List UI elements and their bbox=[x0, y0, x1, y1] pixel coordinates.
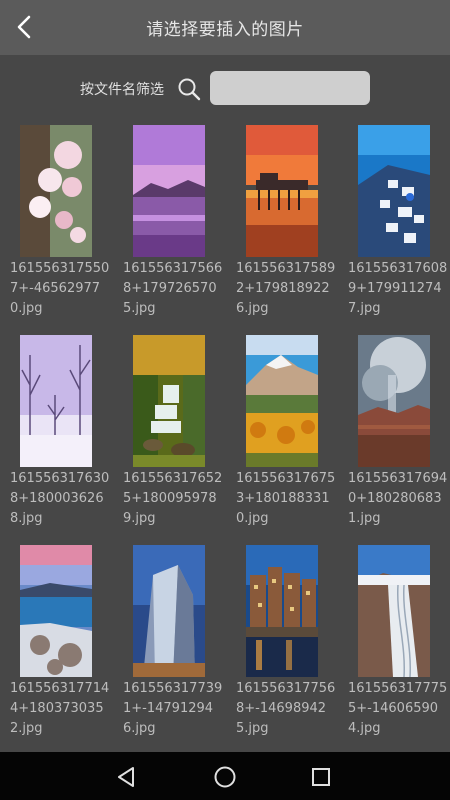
image-thumbnail[interactable] bbox=[20, 125, 92, 257]
image-thumbnail[interactable] bbox=[133, 335, 205, 467]
page-title: 请选择要插入的图片 bbox=[146, 20, 304, 40]
image-thumbnail[interactable] bbox=[246, 125, 318, 257]
image-filename: 1615563175892+1798189226.jpg bbox=[236, 261, 336, 316]
image-filename: 1615563176089+1799112747.jpg bbox=[348, 261, 448, 316]
image-filename: 1615563176525+1800959789.jpg bbox=[123, 471, 223, 526]
filter-label: 按文件名筛选 bbox=[80, 82, 164, 98]
image-filename: 1615563177568+-146989425.jpg bbox=[236, 681, 336, 736]
image-filename: 1615563175507+-465629770.jpg bbox=[10, 261, 110, 316]
circle-home-icon[interactable] bbox=[212, 764, 238, 790]
system-nav-bar bbox=[0, 752, 450, 800]
image-thumbnail[interactable] bbox=[20, 335, 92, 467]
image-filename: 1615563177144+1803730352.jpg bbox=[10, 681, 110, 736]
image-thumbnail[interactable] bbox=[133, 125, 205, 257]
filename-filter-input[interactable] bbox=[210, 71, 370, 105]
image-filename: 1615563176940+1802806831.jpg bbox=[348, 471, 448, 526]
image-filename: 1615563177755+-146065904.jpg bbox=[348, 681, 448, 736]
image-filename: 1615563175668+1797265705.jpg bbox=[123, 261, 223, 316]
chevron-left-icon[interactable] bbox=[10, 12, 40, 42]
image-thumbnail[interactable] bbox=[133, 545, 205, 677]
top-bar: 请选择要插入的图片 bbox=[0, 0, 450, 55]
filter-row: 按文件名筛选 bbox=[0, 70, 450, 106]
image-thumbnail[interactable] bbox=[246, 545, 318, 677]
image-thumbnail[interactable] bbox=[358, 335, 430, 467]
image-thumbnail[interactable] bbox=[246, 335, 318, 467]
image-filename: 1615563177391+-147912946.jpg bbox=[123, 681, 223, 736]
image-thumbnail[interactable] bbox=[358, 125, 430, 257]
image-filename: 1615563176308+1800036268.jpg bbox=[10, 471, 110, 526]
square-recents-icon[interactable] bbox=[308, 764, 334, 790]
search-icon[interactable] bbox=[176, 76, 202, 102]
image-filename: 1615563176753+1801883310.jpg bbox=[236, 471, 336, 526]
image-thumbnail[interactable] bbox=[358, 545, 430, 677]
triangle-back-icon[interactable] bbox=[114, 764, 140, 790]
image-thumbnail[interactable] bbox=[20, 545, 92, 677]
